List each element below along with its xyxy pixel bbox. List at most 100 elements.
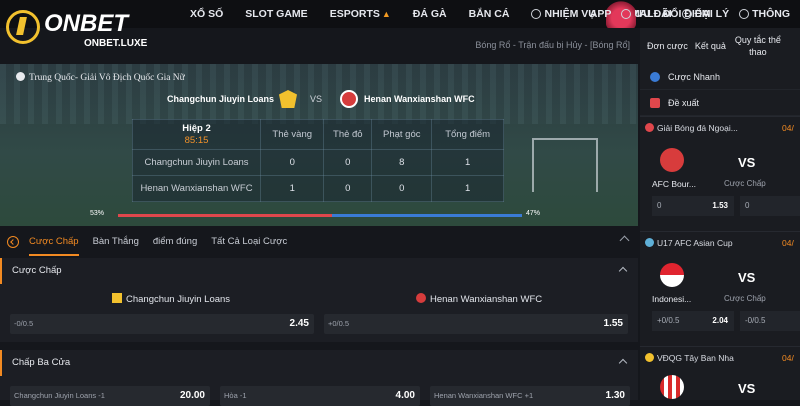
header-total: Tổng điểm: [431, 119, 504, 150]
header-yellow-cards: Thẻ vàng: [259, 119, 325, 150]
stat-cell: 0: [323, 149, 373, 176]
three-way-odd[interactable]: Henan Wanxianshan WFC +1 1.30: [430, 386, 630, 406]
market-tabs: Cược Chấp Bàn Thắng điểm đúng Tất Cả Loạ…: [0, 228, 638, 256]
bell-icon: [739, 9, 750, 19]
onbet-logo[interactable]: ONBET ONBET.LUXE: [6, 4, 156, 50]
fire-icon: [650, 97, 660, 108]
card-vs: VS: [738, 270, 756, 285]
stat-cell: 0: [371, 175, 433, 202]
back-arrow-icon[interactable]: [7, 236, 19, 248]
nav-nhiem-vu[interactable]: NHIỆM VỤ: [531, 8, 596, 20]
three-way-odd[interactable]: Hòa -1 4.00: [220, 386, 420, 406]
away-possession: 47%: [526, 210, 541, 217]
home-team-crest-icon: [279, 90, 297, 108]
indonesia-flag-icon: [660, 263, 684, 287]
quick-bet-label: Cược Nhanh: [668, 71, 720, 82]
suggest-card[interactable]: Giải Bóng đá Ngoại... 04/ VS AFC Bour... …: [640, 116, 800, 231]
nav-label: THÔNG: [752, 8, 790, 20]
card-header: VĐQG Tây Ban Nha 04/: [640, 347, 800, 369]
collapse-chevron-icon[interactable]: [619, 235, 630, 246]
match-clock: 85:15: [184, 134, 209, 146]
chevron-up-icon[interactable]: [618, 358, 628, 368]
right-panel-links: Đơn cược Kết quả Quy tắc thể thao: [640, 28, 800, 64]
line: +0/0.5: [328, 319, 350, 328]
team-logo-icon: [660, 375, 684, 399]
quick-bet-row[interactable]: Cược Nhanh: [640, 64, 800, 90]
tab-goals[interactable]: Bàn Thắng: [93, 228, 139, 256]
team-logo-icon: [660, 148, 684, 172]
stat-cell: 8: [371, 149, 433, 176]
suggest-card[interactable]: U17 AFC Asian Cup 04/ VS Indonesi... Cược…: [640, 231, 800, 346]
tab-all-markets[interactable]: Tất Cả Loại Cược: [211, 228, 287, 256]
home-possession-fill: [118, 214, 333, 217]
card-odd[interactable]: -0/0.5: [740, 311, 800, 331]
nav-label: SLOT GAME: [245, 8, 308, 20]
brand-sub: ONBET.LUXE: [84, 38, 148, 49]
home-row-name: Changchun Jiuyin Loans: [132, 149, 261, 176]
teams-row: Changchun Jiuyin Loans VS Henan Wanxians…: [0, 90, 638, 110]
odds: 4.00: [395, 390, 415, 401]
card-date: 04/: [782, 123, 794, 133]
away-handicap-odd[interactable]: +0/0.5 1.55: [324, 314, 628, 334]
nav-xo-so[interactable]: XỔ SỐ: [190, 8, 223, 20]
right-panel: Đơn cược Kết quả Quy tắc thể thao Cược N…: [640, 28, 800, 400]
link-rules[interactable]: Quy tắc thể thao: [733, 34, 783, 58]
card-league: VĐQG Tây Ban Nha: [657, 353, 734, 363]
card-date: 04/: [782, 353, 794, 363]
nav-uu-dai[interactable]: ƯU ĐÃI: [621, 8, 672, 20]
nav-slot-game[interactable]: SLOT GAME: [245, 8, 307, 20]
nav-ban-ca[interactable]: BẮN CÁ: [469, 8, 510, 20]
nav-dai-ly[interactable]: ĐẠI LÝ: [681, 8, 729, 20]
stat-cell: 0: [259, 149, 325, 176]
nav-label: ĐÁ GÀ: [412, 8, 447, 20]
nav-label: ESPORTS: [329, 8, 380, 20]
three-way-odd[interactable]: Changchun Jiuyin Loans -1 20.00: [10, 386, 210, 406]
goal-frame: [532, 138, 598, 192]
section-header[interactable]: Chấp Ba Cửa: [0, 350, 638, 376]
soccer-ball-icon: [16, 72, 25, 81]
section-header[interactable]: Cược Chấp: [0, 258, 638, 284]
link-results[interactable]: Kết quả: [695, 40, 726, 52]
card-team: AFC Bour...: [652, 179, 696, 189]
handicap-away-team: Henan Wanxianshan WFC: [416, 293, 542, 305]
home-crest-icon: [112, 293, 122, 303]
breadcrumb-text[interactable]: Bóng Rổ - Trận đấu bị Hủy - [Bóng Rổ]: [475, 40, 630, 50]
away-crest-icon: [416, 293, 426, 303]
card-odd[interactable]: 0: [740, 196, 800, 216]
card-odd[interactable]: +0/0.5 2.04: [652, 311, 734, 331]
section-title: Chấp Ba Cửa: [12, 357, 71, 368]
odd-label: +0/0.5: [657, 316, 680, 325]
match-stats-table: Hiệp 2 85:15 Thẻ vàng Thẻ đỏ Phạt góc Tổn…: [132, 119, 504, 202]
right-nav: APP ƯU ĐÃI ĐẠI LÝ THÔNG: [590, 0, 800, 28]
card-odds: +0/0.5 2.04 -0/0.5: [652, 311, 800, 331]
link-bet-slip[interactable]: Đơn cược: [647, 40, 688, 52]
card-vs: VS: [738, 155, 756, 170]
away-stats-row: Henan Wanxianshan WFC 1 0 0 1: [132, 175, 504, 202]
suggest-card[interactable]: VĐQG Tây Ban Nha 04/ VS: [640, 346, 800, 406]
nav-esports[interactable]: ESPORTS ▲: [330, 8, 391, 20]
handicap-odds-row: -0/0.5 2.45 +0/0.5 1.55: [0, 314, 638, 334]
gift-icon: [621, 9, 632, 19]
agent-icon: [681, 9, 692, 19]
card-league: U17 AFC Asian Cup: [657, 238, 733, 248]
card-odd[interactable]: 0 1.53: [652, 196, 734, 216]
tab-handicap[interactable]: Cược Chấp: [29, 228, 79, 256]
suggest-row[interactable]: Đề xuất: [640, 90, 800, 116]
nav-label: BẮN CÁ: [468, 8, 510, 20]
odds: 20.00: [179, 390, 205, 401]
target-icon: [531, 9, 542, 19]
nav-da-ga[interactable]: ĐÁ GÀ: [413, 8, 447, 20]
tab-correct-score[interactable]: điểm đúng: [153, 228, 197, 256]
odds: 2.45: [289, 318, 309, 329]
odd-label: -0/0.5: [745, 316, 766, 325]
card-team: Indonesi...: [652, 294, 692, 304]
flag-icon: [645, 353, 654, 362]
odds: 1.30: [605, 390, 625, 401]
chevron-up-icon[interactable]: [618, 266, 628, 276]
home-handicap-odd[interactable]: -0/0.5 2.45: [10, 314, 314, 334]
nav-thong-bao[interactable]: THÔNG: [739, 8, 790, 20]
card-league: Giải Bóng đá Ngoại...: [657, 123, 738, 133]
period: Hiệp 2: [182, 122, 211, 134]
nav-app[interactable]: APP: [590, 8, 612, 20]
flag-icon: [645, 123, 654, 132]
